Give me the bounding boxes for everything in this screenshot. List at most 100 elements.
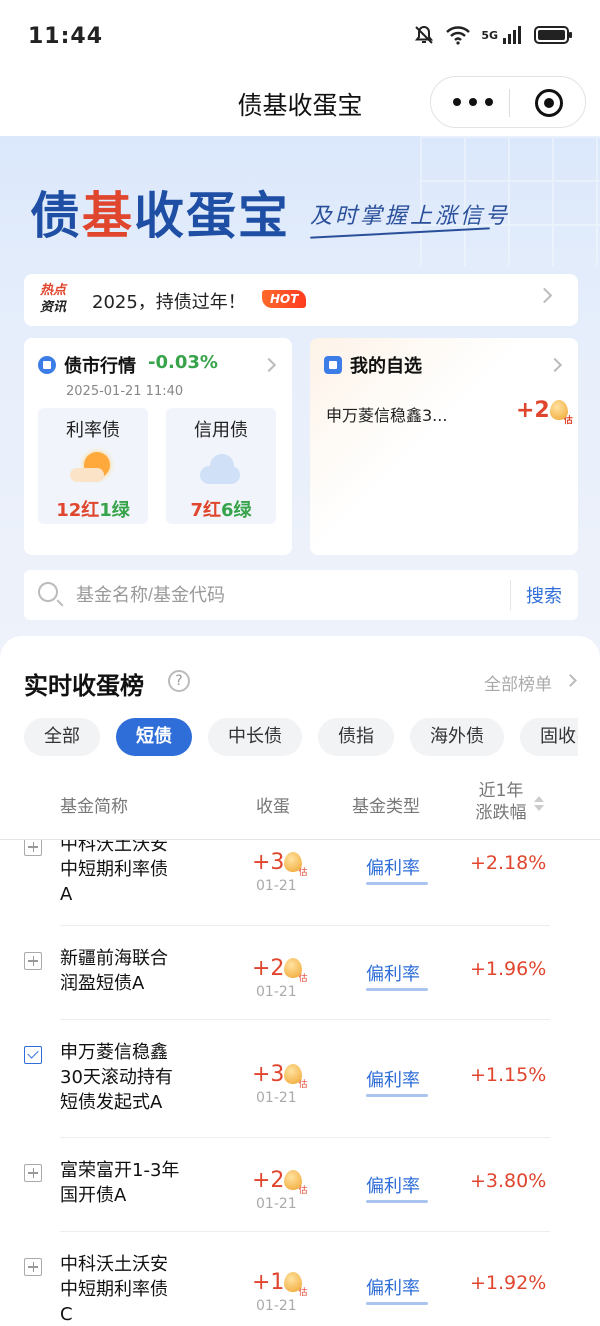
- hot-badge: HOT: [262, 290, 307, 308]
- egg-value: +3: [252, 1062, 285, 1087]
- close-mini-program-icon[interactable]: [535, 89, 563, 117]
- fund-name-line: 富荣富开1-3年: [60, 1160, 180, 1181]
- fund-type-underline: [366, 988, 428, 991]
- one-year-change: +1.96%: [470, 958, 547, 980]
- favorites-card[interactable]: 我的自选 申万菱信稳鑫3... +2 估: [310, 338, 578, 555]
- header-eggs: 收蛋: [256, 797, 290, 817]
- egg-value: +1: [252, 1270, 285, 1295]
- add-favorite-checkbox[interactable]: [24, 952, 42, 970]
- wifi-icon: [446, 26, 471, 45]
- favorite-egg-value: +2: [516, 398, 550, 423]
- news-bar[interactable]: 热点 资讯 2025，持债过年！ HOT: [24, 274, 578, 326]
- egg-value: +2: [252, 1168, 285, 1193]
- news-tag-info: 资讯: [40, 300, 67, 315]
- fund-name: 新疆前海联合 润盈短债A: [60, 946, 210, 996]
- one-year-change: +1.15%: [470, 1064, 547, 1086]
- mute-bell-icon: [415, 25, 434, 44]
- egg-icon: [284, 1272, 303, 1292]
- fund-name-line: 新疆前海联合: [60, 948, 168, 969]
- favorites-icon: [324, 356, 342, 374]
- market-title: 债市行情: [64, 356, 136, 377]
- search-button[interactable]: 搜索: [526, 582, 562, 608]
- rate-bond-label: 利率债: [66, 420, 120, 441]
- fund-type[interactable]: 偏利率: [366, 1274, 420, 1300]
- fund-type[interactable]: 偏利率: [366, 960, 420, 986]
- fund-name: 富荣富开1-3年 国开债A: [60, 1158, 210, 1208]
- red-label: 红: [203, 500, 221, 521]
- egg-date: 01-21: [256, 1298, 297, 1314]
- egg-date: 01-21: [256, 878, 297, 894]
- table-row[interactable]: 中科沃土沃安 中短期利率债 A +3 估 01-21 偏利率 +2.18%: [0, 840, 600, 926]
- all-rankings-link[interactable]: 全部榜单: [484, 670, 552, 695]
- egg-icon: [284, 1064, 303, 1084]
- search-icon: [38, 582, 58, 602]
- help-icon[interactable]: ?: [168, 670, 190, 692]
- tab-mid-long-bond[interactable]: 中长债: [208, 718, 302, 756]
- egg-count: +2 估: [252, 956, 307, 984]
- status-icons: 5G: [413, 24, 574, 46]
- fund-type-underline: [366, 1200, 428, 1203]
- table-row[interactable]: 新疆前海联合 润盈短债A +2 估 01-21 偏利率 +1.96%: [0, 926, 600, 1020]
- search-input[interactable]: [76, 580, 496, 610]
- fund-name-line: C: [60, 1304, 73, 1325]
- news-tag-hot: 热点: [40, 283, 67, 298]
- tab-short-bond[interactable]: 短债: [116, 718, 192, 756]
- egg-icon: [284, 852, 303, 872]
- add-favorite-checkbox[interactable]: [24, 1046, 42, 1064]
- credit-bond-green-count: 6: [221, 500, 234, 521]
- tab-fixed-income-plus[interactable]: 固收+: [520, 718, 578, 756]
- brand-logo: 债基收蛋宝: [30, 176, 290, 248]
- fund-name-line: 中科沃土沃安: [60, 1254, 168, 1275]
- fund-name: 申万菱信稳鑫 30天滚动持有 短债发起式A: [60, 1040, 210, 1115]
- fund-name-line: 中短期利率债: [60, 1279, 168, 1300]
- fund-name-line: 短债发起式A: [60, 1092, 163, 1113]
- header-fund-name: 基金简称: [60, 797, 128, 817]
- table-row[interactable]: 富荣富开1-3年 国开债A +2 估 01-21 偏利率 +3.80%: [0, 1138, 600, 1232]
- table-row[interactable]: 中科沃土沃安 中短期利率债 C +1 估 01-21 偏利率 +1.92%: [0, 1232, 600, 1326]
- status-bar: 11:44 5G: [0, 0, 600, 76]
- fund-type-underline: [366, 1302, 428, 1305]
- search-divider: [510, 580, 511, 610]
- egg-count: +3 估: [252, 850, 307, 878]
- add-favorite-checkbox[interactable]: [24, 840, 42, 856]
- network-type-label: 5G: [481, 28, 498, 42]
- one-year-change: +1.92%: [470, 1272, 547, 1294]
- favorites-title: 我的自选: [350, 356, 422, 377]
- egg-icon: [549, 400, 568, 420]
- add-favorite-checkbox[interactable]: [24, 1258, 42, 1276]
- tab-bond-index[interactable]: 债指: [318, 718, 394, 756]
- rate-bond-tile[interactable]: 利率债 12红1绿: [38, 408, 148, 524]
- favorite-fund-eggs: +2 估: [516, 398, 573, 426]
- egg-date: 01-21: [256, 984, 297, 1000]
- favorite-fund-name: 申万菱信稳鑫3...: [326, 406, 448, 425]
- credit-bond-tile[interactable]: 信用债 7红6绿: [166, 408, 276, 524]
- tab-all[interactable]: 全部: [24, 718, 100, 756]
- mini-program-capsule: [430, 76, 586, 128]
- fund-type[interactable]: 偏利率: [366, 1066, 420, 1092]
- table-row[interactable]: 申万菱信稳鑫 30天滚动持有 短债发起式A +3 估 01-21 偏利率 +1.1…: [0, 1020, 600, 1138]
- market-card[interactable]: 债市行情 -0.03% 2025-01-21 11:40 利率债 12红1绿 信…: [24, 338, 292, 555]
- fund-type[interactable]: 偏利率: [366, 854, 420, 880]
- news-headline: 2025，持债过年！: [92, 292, 246, 313]
- ranking-title: 实时收蛋榜: [24, 672, 144, 700]
- logo-char-2: 基: [82, 186, 134, 245]
- header-one-year-change[interactable]: 近1年 涨跌幅: [470, 780, 532, 824]
- egg-count: +3 估: [252, 1062, 307, 1090]
- fund-name-line: 申万菱信稳鑫: [60, 1042, 168, 1063]
- logo-char-1: 债: [30, 186, 82, 245]
- chevron-right-icon: [261, 357, 277, 373]
- hero-banner: 债基收蛋宝 及时掌握上涨信号 热点 资讯 2025，持债过年！ HOT 债市行情…: [0, 136, 600, 656]
- market-timestamp: 2025-01-21 11:40: [66, 384, 184, 399]
- chevron-right-icon: [536, 287, 553, 304]
- search-bar: 搜索: [24, 570, 578, 620]
- green-label: 绿: [233, 500, 252, 521]
- more-menu-icon[interactable]: [453, 89, 493, 115]
- one-year-change: +2.18%: [470, 852, 547, 874]
- add-favorite-checkbox[interactable]: [24, 1164, 42, 1182]
- tab-overseas-bond[interactable]: 海外债: [410, 718, 504, 756]
- chevron-right-icon: [564, 674, 577, 687]
- market-chart-icon: [38, 356, 56, 374]
- fund-name-line: A: [60, 884, 73, 905]
- nav-bar: 债基收蛋宝: [0, 76, 600, 136]
- fund-type[interactable]: 偏利率: [366, 1172, 420, 1198]
